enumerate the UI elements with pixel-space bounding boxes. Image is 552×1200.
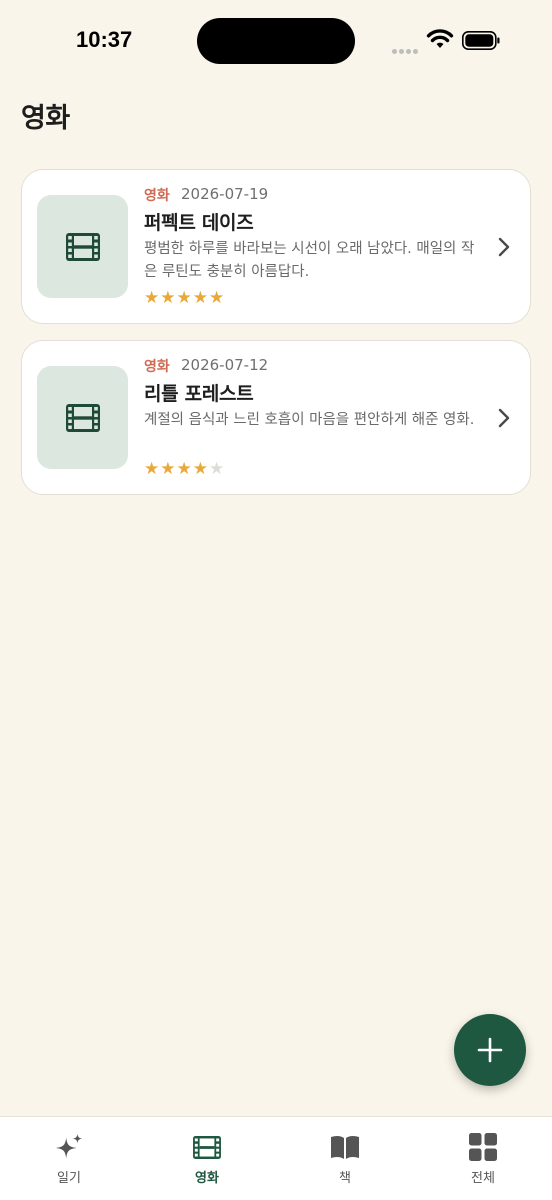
tab-label: 책 — [339, 1171, 351, 1186]
page-title: 영화 — [21, 103, 70, 134]
card-title: 리틀 포레스트 — [144, 383, 254, 405]
wifi-icon — [426, 29, 454, 48]
card-thumbnail — [37, 195, 128, 298]
star-filled-icon: ★ — [144, 459, 161, 479]
card-category: 영화 — [144, 359, 170, 375]
film-icon — [192, 1133, 222, 1161]
star-filled-icon: ★ — [209, 288, 226, 308]
grid-icon — [468, 1133, 498, 1161]
star-rating: ★★★★★ — [144, 289, 225, 307]
star-filled-icon: ★ — [176, 288, 193, 308]
star-filled-icon: ★ — [160, 459, 177, 479]
film-icon — [65, 403, 100, 432]
tab-movie[interactable]: 영화 — [138, 1117, 276, 1200]
tab-label: 영화 — [195, 1171, 219, 1186]
star-filled-icon: ★ — [176, 459, 193, 479]
battery-icon — [462, 31, 500, 50]
status-bar: 10:37 — [0, 0, 552, 80]
film-icon — [65, 232, 100, 261]
card-category: 영화 — [144, 188, 170, 204]
tab-all[interactable]: 전체 — [414, 1117, 552, 1200]
chevron-right-icon — [498, 408, 510, 428]
screen: 10:37 영화 영화 2026-07-19 퍼펙트 데이즈 평범한 하루를 바… — [0, 0, 552, 1200]
card-title: 퍼펙트 데이즈 — [144, 212, 254, 234]
card-date: 2026-07-12 — [181, 356, 269, 374]
sparkle-icon — [54, 1133, 84, 1161]
tab-diary[interactable]: 일기 — [0, 1117, 138, 1200]
add-entry-button[interactable] — [454, 1014, 526, 1086]
tab-book[interactable]: 책 — [276, 1117, 414, 1200]
star-filled-icon: ★ — [160, 288, 177, 308]
tab-label: 일기 — [57, 1171, 81, 1186]
movie-entry-card[interactable]: 영화 2026-07-19 퍼펙트 데이즈 평범한 하루를 바라보는 시선이 오… — [21, 169, 531, 324]
star-empty-icon: ★ — [209, 459, 226, 479]
card-thumbnail — [37, 366, 128, 469]
plus-icon — [477, 1037, 503, 1063]
status-time: 10:37 — [76, 27, 133, 52]
star-filled-icon: ★ — [144, 288, 161, 308]
book-icon — [330, 1133, 360, 1161]
movie-entry-card[interactable]: 영화 2026-07-12 리틀 포레스트 계절의 음식과 느린 호흡이 마음을… — [21, 340, 531, 495]
star-rating: ★★★★★ — [144, 460, 225, 478]
chevron-right-icon — [498, 237, 510, 257]
star-filled-icon: ★ — [192, 288, 209, 308]
tab-bar: 일기 영화 책 전체 — [0, 1116, 552, 1200]
star-filled-icon: ★ — [192, 459, 209, 479]
card-description: 계절의 음식과 느린 호흡이 마음을 편안하게 해준 영화. — [144, 412, 475, 428]
card-date: 2026-07-19 — [181, 185, 269, 203]
tab-label: 전체 — [471, 1171, 495, 1186]
dynamic-island — [197, 18, 355, 64]
card-description: 평범한 하루를 바라보는 시선이 오래 남았다. 매일의 작은 루틴도 충분히 … — [144, 241, 475, 280]
cellular-signal-icon — [392, 39, 420, 58]
